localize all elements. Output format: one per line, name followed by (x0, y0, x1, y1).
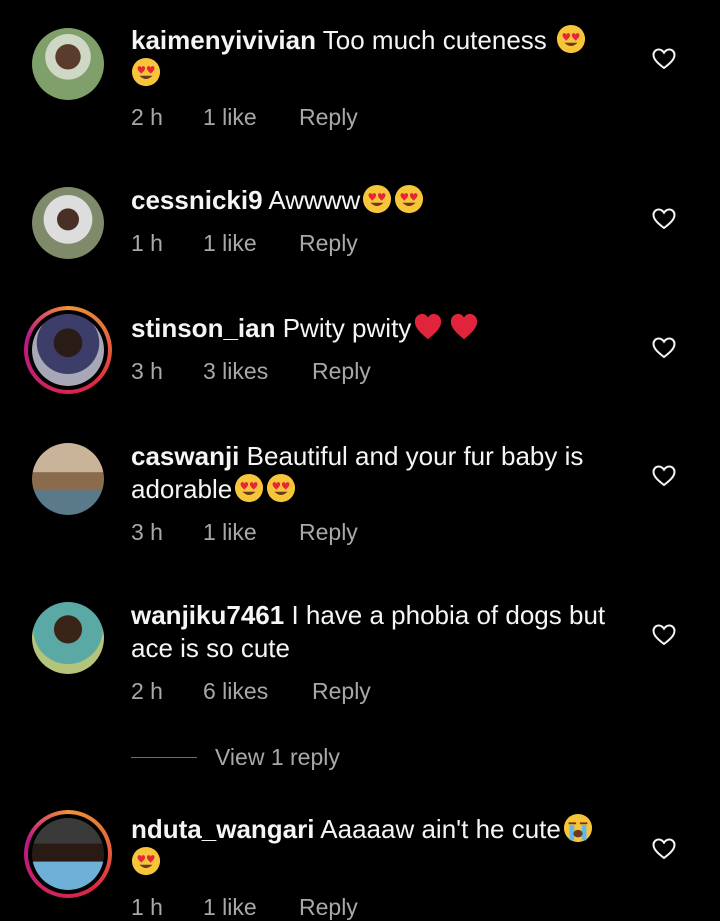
comment-text: cessnicki9 Awwww (131, 184, 631, 217)
comment-meta: 3 h 3 likes Reply (131, 358, 371, 385)
avatar-story-ring[interactable] (24, 306, 112, 394)
like-count[interactable]: 6 likes (203, 678, 312, 705)
heart-eyes-emoji (131, 846, 161, 876)
heart-eyes-emoji (131, 57, 161, 87)
heart-eyes-emoji (234, 473, 264, 503)
heart-outline-icon[interactable] (652, 208, 676, 230)
comment-body: Pwity pwity (282, 313, 412, 343)
divider (131, 757, 197, 758)
like-count[interactable]: 1 like (203, 104, 299, 131)
reply-button[interactable]: Reply (299, 519, 358, 546)
comment-username[interactable]: nduta_wangari (131, 814, 314, 844)
comment-body: Aaaaaw ain't he cute (320, 814, 561, 844)
comment-time: 1 h (131, 894, 163, 920)
avatar[interactable] (32, 443, 104, 515)
red-heart-emoji (449, 312, 479, 342)
avatar[interactable] (32, 187, 104, 259)
heart-outline-icon[interactable] (652, 624, 676, 646)
comment-text: kaimenyivivian Too much cuteness (131, 24, 631, 90)
comment-username[interactable]: cessnicki9 (131, 185, 263, 215)
comment-username[interactable]: stinson_ian (131, 313, 275, 343)
comment-text: nduta_wangari Aaaaaw ain't he cute (131, 813, 631, 879)
comment-body: Awwww (268, 185, 361, 215)
heart-eyes-emoji (266, 473, 296, 503)
heart-eyes-emoji (556, 24, 586, 54)
comment-time: 2 h (131, 104, 163, 130)
like-count[interactable]: 3 likes (203, 358, 312, 385)
red-heart-emoji (413, 312, 443, 342)
comment-username[interactable]: caswanji (131, 441, 239, 471)
comment-username[interactable]: wanjiku7461 (131, 600, 284, 630)
like-count[interactable]: 1 like (203, 894, 299, 921)
heart-outline-icon[interactable] (652, 337, 676, 359)
reply-button[interactable]: Reply (299, 230, 358, 257)
comment-time: 3 h (131, 358, 163, 384)
heart-outline-icon[interactable] (652, 838, 676, 860)
avatar[interactable] (32, 602, 104, 674)
avatar-story-ring[interactable] (24, 810, 112, 898)
heart-outline-icon[interactable] (652, 465, 676, 487)
comment-username[interactable]: kaimenyivivian (131, 25, 316, 55)
view-replies-button[interactable]: View 1 reply (131, 744, 340, 771)
comment-meta: 1 h 1 like Reply (131, 230, 358, 257)
comment-body: Too much cuteness (322, 25, 547, 55)
comment-meta: 2 h 6 likes Reply (131, 678, 371, 705)
reply-button[interactable]: Reply (299, 104, 358, 131)
comment-meta: 1 h 1 like Reply (131, 894, 358, 921)
heart-eyes-emoji (362, 184, 392, 214)
loudly-crying-emoji (563, 813, 593, 843)
like-count[interactable]: 1 like (203, 519, 299, 546)
like-count[interactable]: 1 like (203, 230, 299, 257)
view-replies-label[interactable]: View 1 reply (215, 744, 340, 771)
comment-meta: 2 h 1 like Reply (131, 104, 358, 131)
comment-time: 3 h (131, 519, 163, 545)
reply-button[interactable]: Reply (312, 678, 371, 705)
comment-meta: 3 h 1 like Reply (131, 519, 358, 546)
comment-time: 2 h (131, 678, 163, 704)
comment-text: wanjiku7461 I have a phobia of dogs but … (131, 599, 631, 665)
comment-text: caswanji Beautiful and your fur baby is … (131, 440, 631, 506)
heart-outline-icon[interactable] (652, 48, 676, 70)
comment-text: stinson_ian Pwity pwity (131, 312, 631, 345)
heart-eyes-emoji (394, 184, 424, 214)
comment-time: 1 h (131, 230, 163, 256)
reply-button[interactable]: Reply (312, 358, 371, 385)
avatar[interactable] (32, 28, 104, 100)
reply-button[interactable]: Reply (299, 894, 358, 921)
